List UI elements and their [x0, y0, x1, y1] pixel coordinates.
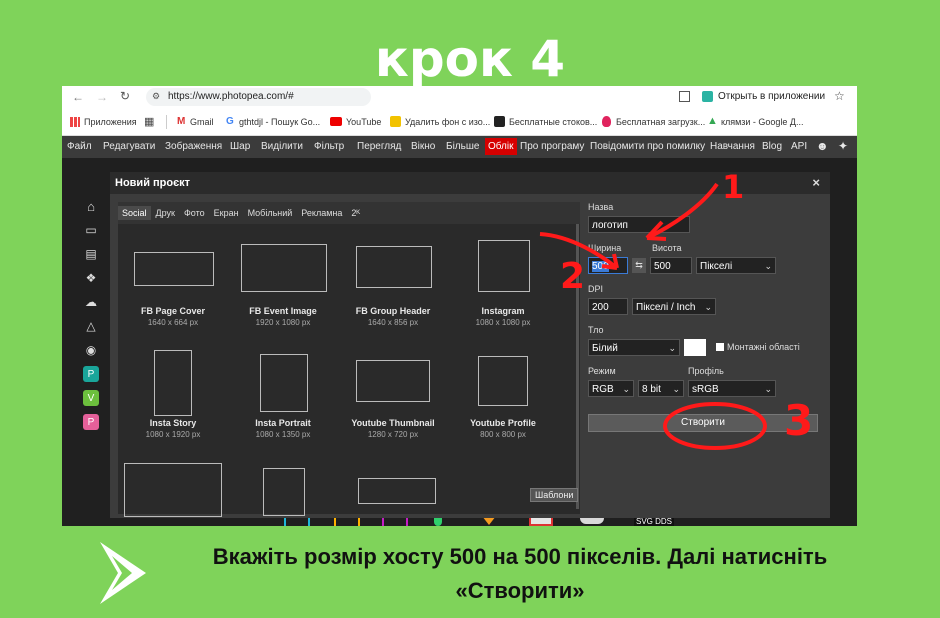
annotation-marks: [539, 182, 767, 450]
chevron-arrows-icon: [100, 542, 146, 604]
browser-screenshot: ← → ↻ ⚙ https://www.photopea.com/# Откры…: [62, 86, 857, 526]
annotation-number-3: 3: [784, 396, 814, 445]
annotation-circle: [663, 402, 767, 450]
instruction-text: Вкажіть розмір хосту 500 на 500 пікселів…: [212, 544, 828, 603]
page-heading: крок 4: [374, 30, 566, 88]
annotation-number-2: 2: [560, 256, 586, 297]
annotation-number-1: 1: [722, 168, 745, 206]
annotation-arrow-1: [646, 182, 719, 240]
